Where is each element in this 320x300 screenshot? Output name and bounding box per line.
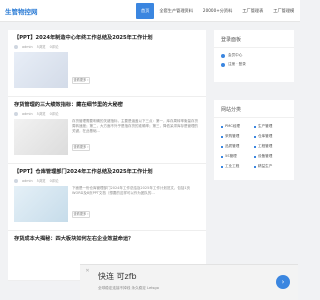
article-author: admin	[22, 44, 33, 49]
category-link[interactable]: 精益生产	[254, 164, 287, 169]
article-excerpt: 存货管理需要明确的关键指标，主要是涵盖以下三点：第一，库存周转率衡量存货周转速度…	[72, 119, 198, 133]
read-more-button[interactable]: 查看更多 ›	[72, 211, 90, 218]
article-meta: admin 5浏览 0评论	[14, 44, 200, 49]
category-link[interactable]: PMC经理	[221, 124, 254, 129]
category-panel-title: 网站分类	[214, 100, 294, 118]
article-list: 【PPT】2024年制造中心年终工作总结及2025年工作计划 admin 5浏览…	[8, 30, 206, 281]
article-title[interactable]: 【PPT】2024年制造中心年终工作总结及2025年工作计划	[14, 34, 200, 41]
article-card[interactable]: 【PPT】仓库管理部门2024年工作总结及2025年工作计划 admin 5浏览…	[8, 164, 206, 231]
category-link[interactable]: 品质管理	[221, 144, 254, 149]
read-more-button[interactable]: 查看更多 ›	[72, 77, 90, 84]
bullet-icon	[254, 125, 256, 128]
member-center-label: 会员中心	[228, 53, 243, 57]
category-panel: 网站分类 PMC经理 生产管理 采购管理 仓库管理 品质管理 工程管理 5S管理…	[214, 100, 294, 180]
article-author: admin	[22, 178, 33, 183]
ad-banner[interactable]: ✕ 快连 可zfb 全球稳定连接不掉线 永久稳定 Letsgo ›	[80, 264, 298, 300]
article-meta: admin 5浏览 0评论	[14, 178, 200, 183]
article-comments: 0评论	[49, 179, 59, 183]
nav-factory-tables[interactable]: 工厂管理表	[237, 3, 268, 19]
bullet-icon	[254, 135, 256, 138]
category-link[interactable]: 设备管理	[254, 154, 287, 159]
user-icon	[221, 53, 225, 58]
nav-factory-templates[interactable]: 工厂管理模	[268, 3, 299, 19]
category-link[interactable]: 仓库管理	[254, 134, 287, 139]
category-link[interactable]: 工业工程	[221, 164, 254, 169]
bullet-icon	[254, 165, 256, 168]
register-login-link[interactable]: 注册 · 登录	[214, 60, 294, 69]
site-header: 生管物控网 首页 全套生产管理资料 20000+分资料 工厂管理表 工厂管理模	[0, 0, 300, 22]
login-panel: 登录面板 会员中心 注册 · 登录	[214, 30, 294, 82]
member-center-link[interactable]: 会员中心	[214, 48, 294, 60]
article-author: admin	[22, 111, 33, 116]
article-title[interactable]: 存货成本大揭秘：四大板块如何左右企业效益命运？	[14, 235, 200, 242]
category-link[interactable]: 生产管理	[254, 124, 287, 129]
main-nav: 首页 全套生产管理资料 20000+分资料 工厂管理表 工厂管理模	[136, 3, 299, 19]
nav-20000-docs[interactable]: 20000+分资料	[198, 3, 237, 19]
bullet-icon	[221, 155, 223, 158]
bullet-icon	[254, 145, 256, 148]
article-comments: 0评论	[49, 112, 59, 116]
site-logo[interactable]: 生管物控网	[5, 6, 38, 16]
article-meta: admin 5浏览 0评论	[14, 111, 200, 116]
author-avatar-icon	[14, 178, 18, 183]
article-excerpt	[72, 52, 200, 82]
chevron-right-icon[interactable]: ›	[276, 275, 290, 289]
ad-subtitle: 全球稳定连接不掉线 永久稳定 Letsgo	[98, 286, 159, 290]
bullet-icon	[221, 165, 223, 168]
ad-title: 快连 可zfb	[98, 272, 137, 281]
category-link[interactable]: 工程管理	[254, 144, 287, 149]
article-card[interactable]: 【PPT】2024年制造中心年终工作总结及2025年工作计划 admin 5浏览…	[8, 30, 206, 97]
close-icon[interactable]: ✕	[84, 268, 91, 275]
article-excerpt: 下面是一份仓库管理部门2024年工作总结及2025年工作计划范文，包括1页WOR…	[72, 186, 191, 195]
read-more-button[interactable]: 查看更多 ›	[72, 144, 90, 151]
category-link[interactable]: 采购管理	[221, 134, 254, 139]
article-views: 5浏览	[36, 179, 46, 183]
register-login-label: 注册 · 登录	[228, 62, 246, 66]
article-views: 5浏览	[36, 112, 46, 116]
article-title[interactable]: 【PPT】仓库管理部门2024年工作总结及2025年工作计划	[14, 168, 200, 175]
article-card[interactable]: 存货管理的三大绩效指标：藏在细节里的大秘密 admin 5浏览 0评论 存货管理…	[8, 97, 206, 164]
category-link[interactable]: 5S管理	[221, 154, 254, 159]
article-title[interactable]: 存货管理的三大绩效指标：藏在细节里的大秘密	[14, 101, 200, 108]
article-thumbnail[interactable]	[14, 52, 68, 88]
article-comments: 0评论	[49, 45, 59, 49]
article-thumbnail[interactable]	[14, 119, 68, 155]
category-grid: PMC经理 生产管理 采购管理 仓库管理 品质管理 工程管理 5S管理 设备管理…	[214, 118, 294, 175]
article-views: 5浏览	[36, 45, 46, 49]
login-icon	[221, 62, 225, 67]
bullet-icon	[221, 135, 223, 138]
nav-home[interactable]: 首页	[136, 3, 155, 19]
author-avatar-icon	[14, 44, 18, 49]
login-panel-title: 登录面板	[214, 30, 294, 48]
bullet-icon	[221, 145, 223, 148]
article-thumbnail[interactable]	[14, 186, 68, 222]
author-avatar-icon	[14, 111, 18, 116]
nav-production-docs[interactable]: 全套生产管理资料	[154, 3, 198, 19]
bullet-icon	[254, 155, 256, 158]
bullet-icon	[221, 125, 223, 128]
